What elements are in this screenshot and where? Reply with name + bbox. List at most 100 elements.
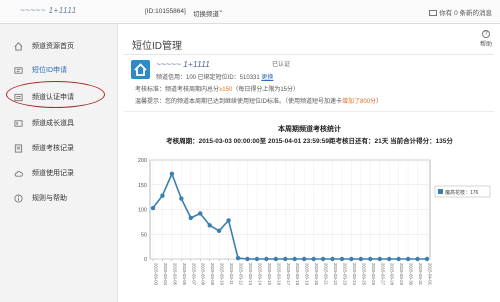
y-tick-label: 0	[144, 257, 147, 263]
help-label: 帮助	[479, 42, 492, 48]
x-tick-label: 2015-03-26	[371, 263, 376, 286]
data-point	[226, 218, 231, 223]
x-tick-label: 2015-03-19	[305, 263, 310, 286]
data-point	[368, 256, 373, 262]
highlight-annotation-ellipse	[6, 81, 105, 108]
sidebar-item-home[interactable]: 频道资源首页	[0, 34, 113, 58]
data-point	[169, 171, 175, 177]
message-notice[interactable]: 你有 0 条新的消息	[429, 7, 492, 17]
sidebar-item-short-id[interactable]: 短位ID申请	[0, 58, 113, 82]
tip-bonus: 增加了800分	[342, 99, 377, 105]
legend-label: 魔高花枝：176	[445, 189, 479, 196]
x-tick-label: 2015-03-18	[295, 263, 300, 286]
x-tick-label: 2015-03-25	[361, 263, 366, 286]
y-tick-label: 50	[141, 232, 147, 238]
channel-id-label: [ID:10155864]	[145, 8, 186, 15]
tip-text-a: 温馨提示：您的频道本周期已达到继续使用短位ID标准。（使用频道短号加速卡	[135, 99, 343, 105]
x-tick-label: 2015-04-01	[428, 263, 433, 286]
data-point	[349, 256, 354, 262]
y-tick-label: 200	[138, 158, 147, 164]
x-tick-label: 2015-03-24	[352, 263, 357, 286]
house-icon	[134, 63, 147, 76]
mail-icon	[429, 10, 438, 17]
x-tick-label: 2015-03-15	[267, 263, 272, 286]
data-point	[320, 256, 326, 262]
data-point	[207, 223, 212, 228]
x-tick-label: 2015-03-16	[276, 263, 281, 286]
x-tick-label: 2015-03-30	[409, 263, 414, 286]
data-point	[387, 256, 392, 262]
x-tick-label: 2015-03-20	[314, 263, 319, 286]
data-point	[396, 256, 401, 262]
credit-text: 频道信用：100 已绑定短位ID：510331	[156, 75, 262, 81]
x-tick-label: 2015-03-28	[390, 263, 395, 286]
home-icon	[14, 41, 23, 51]
data-point	[179, 196, 184, 201]
x-tick-label: 2015-03-29	[399, 263, 404, 286]
x-tick-label: 2015-03-14	[257, 263, 262, 286]
sidebar-item-label: 频道资源首页	[32, 43, 74, 50]
x-tick-label: 2015-03-21	[324, 263, 329, 286]
data-point	[150, 205, 156, 211]
channel-name: ~~~~~ 1+1111	[156, 59, 210, 69]
data-point	[235, 255, 241, 261]
sidebar-item-growth[interactable]: 频道成长道具	[0, 111, 113, 135]
sidebar-item-label: 规则与帮助	[32, 195, 67, 202]
x-tick-label: 2015-03-23	[342, 263, 347, 286]
y-tick-label: 100	[138, 208, 147, 214]
chart-title: 本周期频道考核统计	[278, 126, 341, 133]
data-point	[358, 256, 364, 262]
sidebar-item-label: 频道成长道具	[32, 120, 74, 127]
x-tick-label: 2015-03-10	[220, 263, 225, 286]
tip-text: 温馨提示：您的频道本周期已达到继续使用短位ID标准。（使用频道短号加速卡增加了8…	[135, 96, 382, 105]
data-point	[405, 256, 411, 262]
question-icon: ?	[481, 30, 490, 38]
data-point	[424, 256, 430, 262]
data-point	[415, 256, 420, 262]
data-point	[339, 256, 345, 262]
data-point	[245, 256, 250, 262]
id-card-icon	[14, 66, 23, 74]
sidebar-item-assessment-record[interactable]: 频道考核记录	[0, 136, 113, 160]
data-point	[264, 256, 269, 262]
legend-swatch	[438, 189, 443, 194]
sidebar-item-label: 频道考核记录	[32, 145, 74, 152]
change-id-link[interactable]: 更换	[261, 75, 273, 81]
x-tick-label: 2015-03-27	[380, 263, 385, 286]
data-point	[254, 256, 260, 262]
x-tick-label: 2015-03-13	[248, 263, 253, 286]
standard-score: ≥150	[219, 87, 233, 93]
x-tick-label: 2015-03-06	[182, 263, 187, 286]
x-tick-label: 2015-03-17	[286, 263, 291, 286]
y-tick-label: 150	[138, 183, 147, 189]
data-point	[188, 215, 193, 221]
sidebar-item-rules-help[interactable]: 规则与帮助	[0, 186, 113, 210]
cloud-icon	[14, 170, 23, 177]
channel-avatar	[131, 60, 150, 79]
section-divider	[124, 111, 494, 112]
switch-channel-link[interactable]: 切换频道	[193, 8, 219, 18]
record-icon	[14, 143, 23, 153]
data-point	[311, 256, 316, 262]
credit-info: 频道信用：100 已绑定短位ID：510331 更换	[156, 72, 273, 81]
data-point	[160, 193, 165, 198]
sidebar-item-label: 频道使用记录	[32, 170, 74, 177]
x-tick-label: 2015-03-03	[154, 263, 159, 286]
data-point	[216, 228, 222, 233]
chevron-down-icon[interactable]: ⌄	[218, 6, 224, 14]
data-point	[273, 256, 279, 262]
sidebar-item-label: 短位ID申请	[32, 67, 67, 74]
help-button[interactable]: ? 帮助	[480, 30, 492, 48]
x-tick-label: 2015-03-09	[210, 263, 215, 286]
data-point	[292, 256, 297, 262]
data-point	[283, 256, 288, 262]
sidebar-item-usage-record[interactable]: 频道使用记录	[0, 161, 113, 185]
page-title: 短位ID管理	[132, 41, 182, 52]
data-point	[330, 256, 335, 262]
x-tick-label: 2015-03-04	[163, 263, 168, 286]
help-icon	[14, 193, 23, 203]
title-divider	[124, 54, 494, 55]
growth-icon	[14, 119, 23, 127]
assessment-line-chart: 0 50 100 150 200 2015-03-03 2015-03-04 2015-03-…	[138, 158, 491, 286]
x-tick-label: 2015-03-05	[172, 263, 177, 286]
